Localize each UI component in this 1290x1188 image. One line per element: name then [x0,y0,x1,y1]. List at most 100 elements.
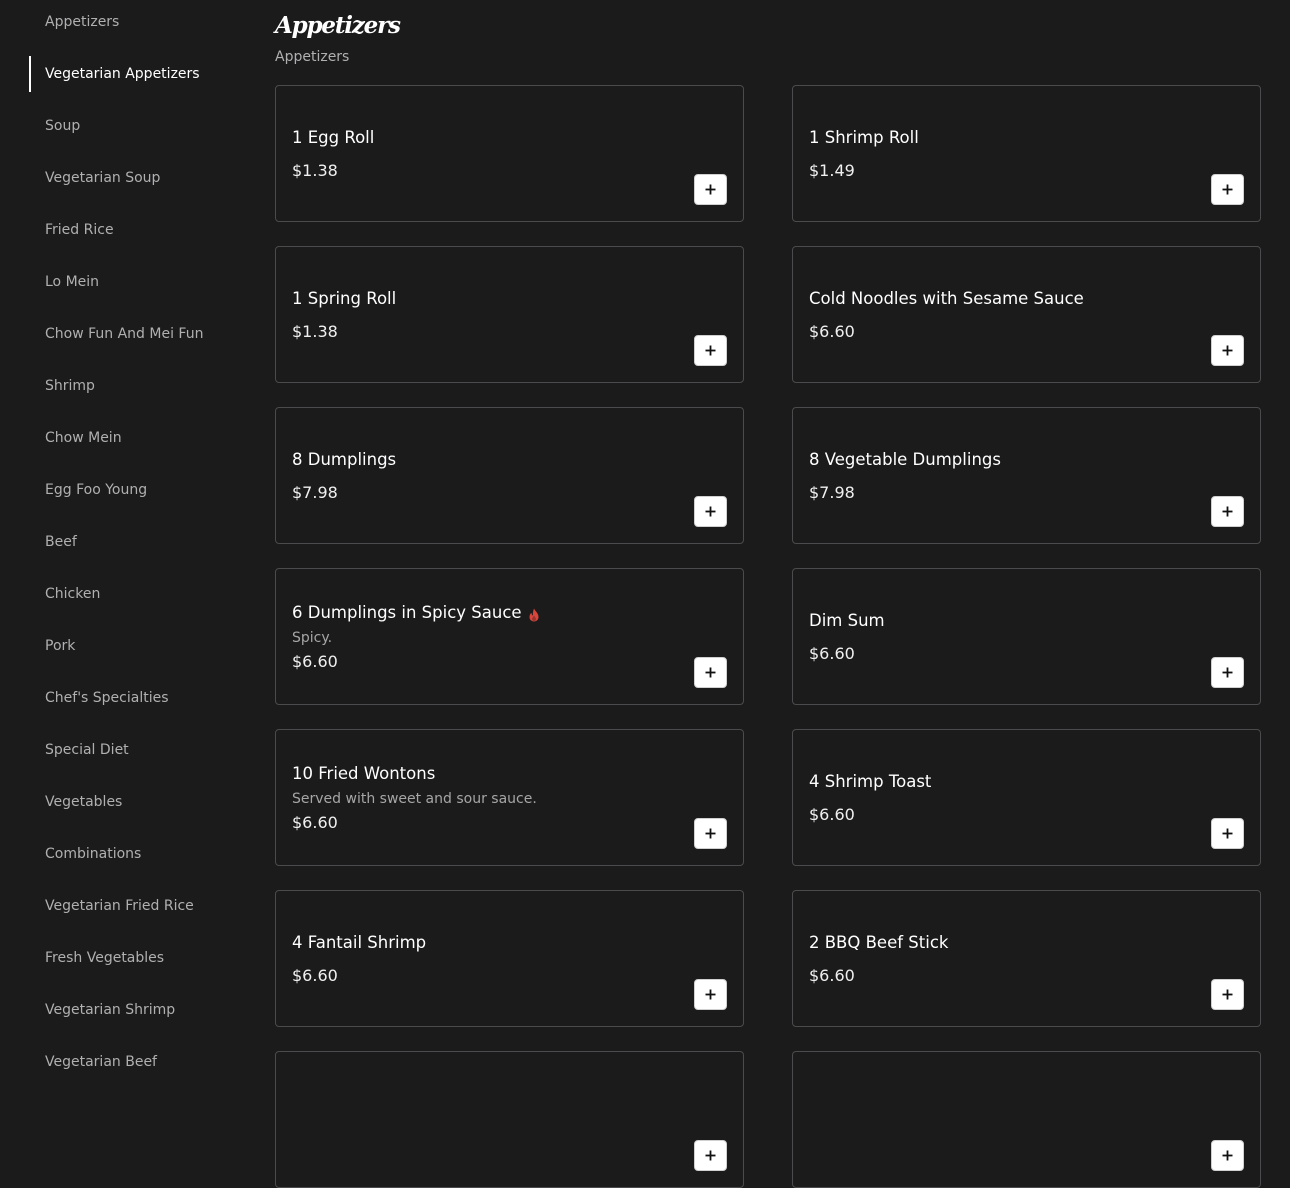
menu-item-details [292,1052,682,1187]
menu-item-details [809,1052,1199,1187]
menu-item-card[interactable]: 4 Shrimp Toast $6.60 [792,729,1261,866]
sidebar-item-appetizers[interactable]: Appetizers [29,4,229,40]
plus-icon [1222,1150,1233,1161]
menu-item-name-text: 4 Shrimp Toast [809,771,932,791]
sidebar-item-lo-mein[interactable]: Lo Mein [29,264,229,300]
menu-item-name-text: 4 Fantail Shrimp [292,932,427,952]
sidebar-item-chow-mein[interactable]: Chow Mein [29,420,229,456]
add-to-cart-button[interactable] [1211,1140,1244,1171]
add-to-cart-button[interactable] [694,657,727,688]
menu-item-card[interactable] [792,1051,1261,1188]
menu-item-card[interactable]: Cold Noodles with Sesame Sauce $6.60 [792,246,1261,383]
add-to-cart-button[interactable] [694,818,727,849]
menu-item-description: Served with sweet and sour sauce. [292,790,537,807]
section-title: Appetizers [275,12,401,39]
sidebar-item-fried-rice[interactable]: Fried Rice [29,212,229,248]
section-subtitle: Appetizers [275,49,350,65]
menu-item-details: 8 Vegetable Dumplings $7.98 [809,408,1199,543]
sidebar-item-vegetarian-beef[interactable]: Vegetarian Beef [29,1044,229,1080]
menu-item-name: 4 Shrimp Toast [809,771,1199,793]
menu-item-name: 2 BBQ Beef Stick [809,932,1199,954]
menu-item-name: Cold Noodles with Sesame Sauce [809,288,1199,310]
menu-item-details: Cold Noodles with Sesame Sauce $6.60 [809,247,1199,382]
menu-item-card[interactable]: 8 Vegetable Dumplings $7.98 [792,407,1261,544]
add-to-cart-button[interactable] [694,1140,727,1171]
menu-item-description: Spicy. [292,629,333,646]
add-to-cart-button[interactable] [694,979,727,1010]
sidebar-item-egg-foo-young[interactable]: Egg Foo Young [29,472,229,508]
plus-icon [1222,506,1233,517]
sidebar-item-beef[interactable]: Beef [29,524,229,560]
add-to-cart-button[interactable] [1211,174,1244,205]
menu-item-price: $6.60 [809,804,855,824]
menu-item-price: $1.38 [292,321,338,341]
menu-item-card[interactable]: 8 Dumplings $7.98 [275,407,744,544]
menu-item-price: $6.60 [292,812,338,832]
menu-item-price: $6.60 [292,965,338,985]
menu-item-price: $7.98 [292,482,338,502]
sidebar-item-chef-s-specialties[interactable]: Chef's Specialties [29,680,229,716]
plus-icon [1222,345,1233,356]
menu-item-name-text: 2 BBQ Beef Stick [809,932,949,952]
menu-item-details: 1 Shrimp Roll $1.49 [809,86,1199,221]
menu-item-name-text: 8 Vegetable Dumplings [809,449,1001,469]
menu-item-name-text: 1 Shrimp Roll [809,127,919,147]
sidebar-item-pork[interactable]: Pork [29,628,229,664]
menu-item-details: 4 Fantail Shrimp $6.60 [292,891,682,1026]
sidebar-item-combinations[interactable]: Combinations [29,836,229,872]
category-sidebar: Appetizers Vegetarian Appetizers Soup Veget… [0,0,250,1095]
sidebar-item-shrimp[interactable]: Shrimp [29,368,229,404]
add-to-cart-button[interactable] [1211,979,1244,1010]
plus-icon [1222,667,1233,678]
menu-item-name-text: 10 Fried Wontons [292,763,436,783]
plus-icon [1222,828,1233,839]
menu-item-price: $6.60 [292,651,338,671]
menu-item-name: 1 Spring Roll [292,288,682,310]
menu-item-card[interactable]: 1 Shrimp Roll $1.49 [792,85,1261,222]
sidebar-item-vegetarian-soup[interactable]: Vegetarian Soup [29,160,229,196]
menu-item-card[interactable]: Dim Sum $6.60 [792,568,1261,705]
add-to-cart-button[interactable] [694,335,727,366]
menu-item-name: 10 Fried Wontons [292,763,682,785]
menu-item-name: 6 Dumplings in Spicy Sauce [292,602,682,624]
add-to-cart-button[interactable] [1211,657,1244,688]
menu-item-card[interactable]: 4 Fantail Shrimp $6.60 [275,890,744,1027]
sidebar-item-vegetables[interactable]: Vegetables [29,784,229,820]
add-to-cart-button[interactable] [694,496,727,527]
sidebar-item-chicken[interactable]: Chicken [29,576,229,612]
menu-item-name-text: 8 Dumplings [292,449,397,469]
add-to-cart-button[interactable] [1211,496,1244,527]
menu-item-name: 4 Fantail Shrimp [292,932,682,954]
add-to-cart-button[interactable] [1211,335,1244,366]
plus-icon [705,1150,716,1161]
sidebar-item-chow-fun-and-mei-fun[interactable]: Chow Fun And Mei Fun [29,316,229,352]
sidebar-item-vegetarian-appetizers[interactable]: Vegetarian Appetizers [29,56,229,92]
menu-item-card[interactable]: 6 Dumplings in Spicy Sauce Spicy. $6.60 [275,568,744,705]
sidebar-item-vegetarian-fried-rice[interactable]: Vegetarian Fried Rice [29,888,229,924]
plus-icon [1222,989,1233,1000]
menu-item-price: $6.60 [809,965,855,985]
menu-item-card[interactable]: 2 BBQ Beef Stick $6.60 [792,890,1261,1027]
sidebar-item-fresh-vegetables[interactable]: Fresh Vegetables [29,940,229,976]
sidebar-item-special-diet[interactable]: Special Diet [29,732,229,768]
menu-item-price: $1.49 [809,160,855,180]
menu-main: Appetizers Appetizers 1 Egg Roll $1.38 1 S… [275,0,1261,1188]
plus-icon [705,184,716,195]
add-to-cart-button[interactable] [694,174,727,205]
menu-item-details: 4 Shrimp Toast $6.60 [809,730,1199,865]
menu-item-card[interactable]: 10 Fried Wontons Served with sweet and so… [275,729,744,866]
menu-item-details: 10 Fried Wontons Served with sweet and so… [292,730,682,865]
add-to-cart-button[interactable] [1211,818,1244,849]
menu-item-name-text: Dim Sum [809,610,885,630]
menu-item-card[interactable] [275,1051,744,1188]
sidebar-item-soup[interactable]: Soup [29,108,229,144]
menu-item-card[interactable]: 1 Spring Roll $1.38 [275,246,744,383]
spicy-flame-icon [528,606,540,621]
sidebar-item-vegetarian-shrimp[interactable]: Vegetarian Shrimp [29,992,229,1028]
menu-item-name: 1 Shrimp Roll [809,127,1199,149]
plus-icon [705,828,716,839]
menu-item-name: 8 Vegetable Dumplings [809,449,1199,471]
menu-item-card[interactable]: 1 Egg Roll $1.38 [275,85,744,222]
menu-item-details: 6 Dumplings in Spicy Sauce Spicy. $6.60 [292,569,682,704]
menu-item-details: 8 Dumplings $7.98 [292,408,682,543]
